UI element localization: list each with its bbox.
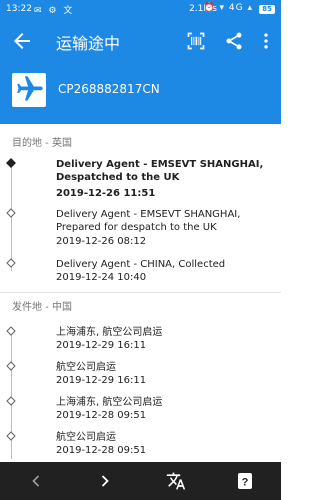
barcode-scan-icon[interactable] xyxy=(186,31,206,51)
chevron-right-icon[interactable] xyxy=(95,471,115,491)
destination-label: 目的地 - 英国 xyxy=(12,138,72,149)
notification-icons: ✉ ⚙ 文 xyxy=(34,6,75,16)
event-description: Delivery Agent - EMSEVT SHANGHAI, Prepar… xyxy=(56,209,241,233)
chevron-left-icon[interactable] xyxy=(26,471,46,491)
diamond-outline-icon xyxy=(6,431,16,441)
event-date: 2019-12-29 16:11 xyxy=(56,375,147,386)
diamond-outline-icon xyxy=(6,326,16,336)
share-icon[interactable] xyxy=(224,31,244,51)
diamond-filled-icon xyxy=(6,158,16,168)
carrier-badge xyxy=(12,73,46,107)
event-date: 2019-12-28 09:51 xyxy=(56,410,147,421)
status-bar: 13:22 ✉ ⚙ 文 2.1K/s ⏰ ▾ 4G ▴ 85 xyxy=(0,0,281,20)
event-date: 2019-12-24 10:40 xyxy=(56,272,147,283)
help-icon[interactable]: ? xyxy=(235,471,255,491)
section-divider xyxy=(0,292,281,293)
signal-icons: ⏰ ▾ 4G ▴ xyxy=(203,3,253,13)
arrow-left-icon[interactable] xyxy=(10,29,34,53)
event-description: 上海浦东, 航空公司启运 xyxy=(56,397,163,408)
event-description: Delivery Agent - EMSEVT SHANGHAI, Despat… xyxy=(56,159,264,183)
event-date: 2019-12-26 08:12 xyxy=(56,236,147,247)
status-time: 13:22 xyxy=(6,4,32,14)
page-title: 运输途中 xyxy=(56,34,121,53)
event-description: Delivery Agent - CHINA, Collected xyxy=(56,259,226,270)
event-date: 2019-12-29 16:11 xyxy=(56,340,147,351)
diamond-outline-icon xyxy=(6,208,16,218)
event-description: 上海浦东, 航空公司启运 xyxy=(56,327,163,338)
airplane-icon xyxy=(17,76,43,101)
diamond-outline-icon xyxy=(6,258,16,268)
app-bar: 运输途中 xyxy=(0,20,281,62)
diamond-outline-icon xyxy=(6,396,16,406)
event-description: 航空公司启运 xyxy=(56,432,116,443)
bottom-toolbar: ? xyxy=(0,462,281,500)
event-date: 2019-12-28 09:51 xyxy=(56,445,147,456)
svg-text:?: ? xyxy=(242,477,249,489)
event-date: 2019-12-26 11:51 xyxy=(56,188,156,199)
event-description: 航空公司启运 xyxy=(56,362,116,373)
diamond-outline-icon xyxy=(6,361,16,371)
translate-icon[interactable] xyxy=(166,471,186,491)
tracking-number[interactable]: CP268882817CN xyxy=(58,82,160,96)
origin-label: 发件地 - 中国 xyxy=(12,302,72,313)
more-vert-icon[interactable] xyxy=(258,31,274,51)
tracking-header: CP268882817CN xyxy=(0,62,281,124)
timeline-line xyxy=(10,166,12,271)
battery-icon: 85 xyxy=(259,5,275,14)
